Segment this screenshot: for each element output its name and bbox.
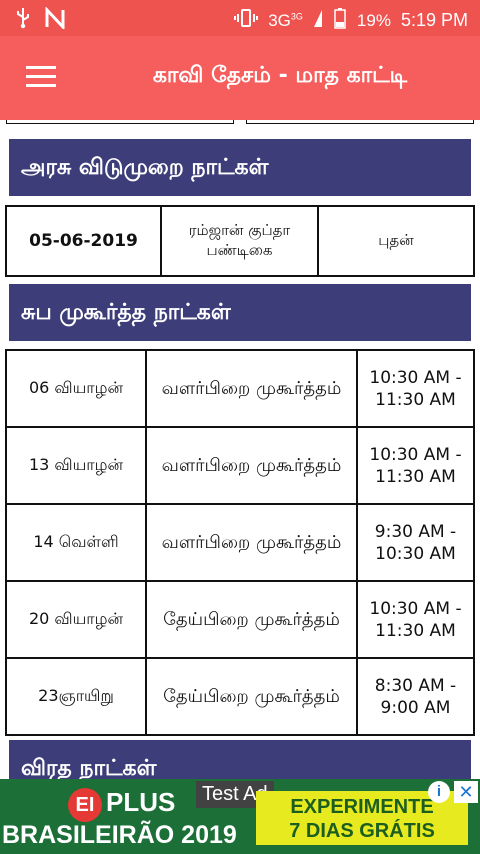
battery-icon [333,7,347,34]
table-row: 05-06-2019 ரம்ஜான் குப்தா பண்டிகை புதன் [5,205,475,277]
table-row: 13 வியாழன் வளர்பிறை முகூர்த்தம் 10:30 AM… [5,426,475,505]
holiday-day: புதன் [317,205,475,277]
table-row: 20 வியாழன் தேய்பிறை முகூர்த்தம் 10:30 AM… [5,580,475,659]
ad-logo-mark: EI [68,788,102,822]
holiday-name: ரம்ஜான் குப்தா பண்டிகை [160,205,319,277]
muhurtham-type: தேய்பிறை முகூர்த்தம் [145,580,358,659]
status-bar: 3G3G 19% 5:19 PM [0,0,480,36]
ad-logo: EI PLUS [68,787,175,822]
network-label: 3G [268,10,291,30]
muhurtham-section-header: சுப முகூர்த்த நாட்கள் [9,284,471,341]
fasting-section-header: விரத நாட்கள் [9,740,471,779]
muhurtham-time: 10:30 AM - 11:30 AM [356,580,475,659]
main-content[interactable]: அரசு விடுமுறை நாட்கள் 05-06-2019 ரம்ஜான்… [0,120,480,779]
muhurtham-day: 14 வெள்ளி [5,503,147,582]
network-type: 3G3G [268,11,303,31]
muhurtham-day: 13 வியாழன் [5,426,147,505]
status-right-icons: 3G3G 19% 5:19 PM [234,7,468,34]
ad-banner[interactable]: EI PLUS BRASILEIRÃO 2019 Test Ad EXPERIME… [0,779,480,854]
status-left-icons [14,6,66,34]
ad-cta-line2: 7 DIAS GRÁTIS [289,820,435,842]
muhurtham-day: 23ஞாயிறு [5,657,147,736]
clock: 5:19 PM [400,10,468,30]
muhurtham-table: 06 வியாழன் வளர்பிறை முகூர்த்தம் 10:30 AM… [5,349,475,736]
muhurtham-time: 9:30 AM - 10:30 AM [356,503,475,582]
previous-table-remnant [6,120,474,124]
n-icon [44,6,66,34]
app-title: காவி தேசம் - மாத காட்டி [152,63,408,88]
close-icon[interactable]: ✕ [454,781,478,803]
muhurtham-type: தேய்பிறை முகூர்த்தம் [145,657,358,736]
muhurtham-time: 10:30 AM - 11:30 AM [356,349,475,428]
ad-subtitle: BRASILEIRÃO 2019 [2,821,237,849]
previous-cell-right [246,120,474,124]
table-row: 23ஞாயிறு தேய்பிறை முகூர்த்தம் 8:30 AM - … [5,657,475,736]
ad-logo-text: PLUS [106,787,176,817]
info-icon[interactable]: i [428,781,450,803]
holidays-section-header: அரசு விடுமுறை நாட்கள் [9,139,471,196]
hamburger-icon[interactable] [26,66,56,90]
table-row: 14 வெள்ளி வளர்பிறை முகூர்த்தம் 9:30 AM -… [5,503,475,582]
app-bar: காவி தேசம் - மாத காட்டி [0,36,480,120]
network-super: 3G [290,10,303,21]
muhurtham-type: வளர்பிறை முகூர்த்தம் [145,426,358,505]
muhurtham-time: 8:30 AM - 9:00 AM [356,657,475,736]
holidays-table: 05-06-2019 ரம்ஜான் குப்தா பண்டிகை புதன் [5,205,475,277]
battery-percent: 19% [356,10,391,30]
muhurtham-type: வளர்பிறை முகூர்த்தம் [145,349,358,428]
previous-cell-left [6,120,234,124]
table-row: 06 வியாழன் வளர்பிறை முகூர்த்தம் 10:30 AM… [5,349,475,428]
muhurtham-day: 06 வியாழன் [5,349,147,428]
holiday-date: 05-06-2019 [5,205,162,277]
muhurtham-day: 20 வியாழன் [5,580,147,659]
signal-icon [313,8,323,33]
muhurtham-type: வளர்பிறை முகூர்த்தம் [145,503,358,582]
muhurtham-time: 10:30 AM - 11:30 AM [356,426,475,505]
usb-icon [14,7,32,34]
vibrate-icon [234,8,259,33]
